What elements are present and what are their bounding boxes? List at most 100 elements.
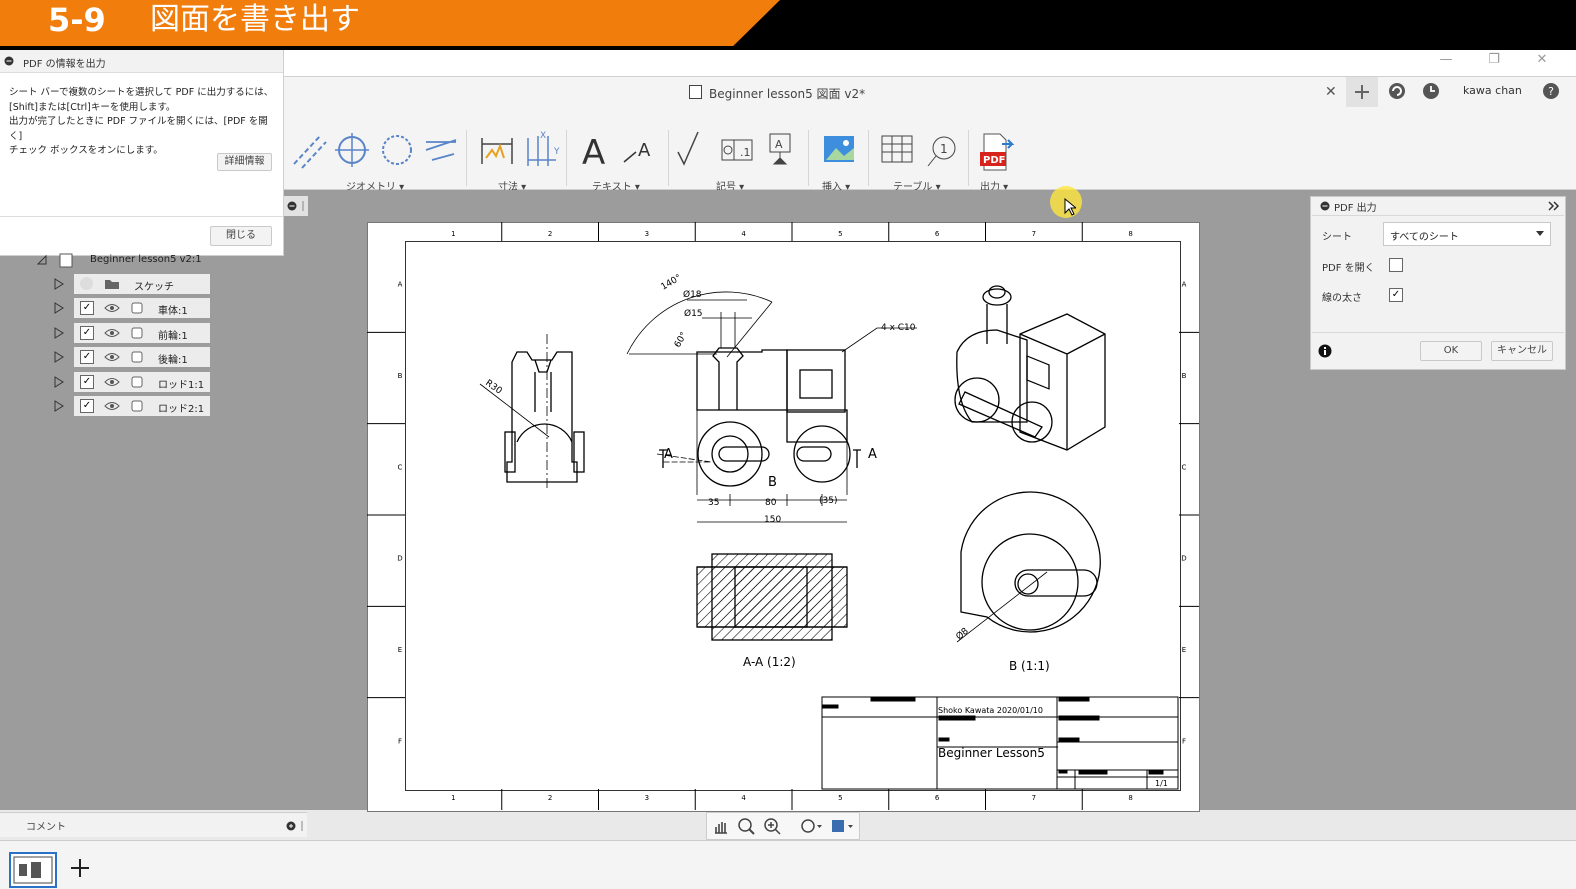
- zoom-icon: [764, 818, 781, 835]
- browser-item-label: ロッド1:1: [158, 379, 205, 391]
- zone-row-label: C: [398, 463, 403, 471]
- visibility-checkbox[interactable]: ✓: [80, 374, 94, 389]
- browser-item[interactable]: スケッチ: [50, 274, 212, 294]
- dim-d8: Ø8: [954, 625, 971, 642]
- visibility-disabled: [80, 277, 93, 290]
- browser-root-label: Beginner lesson5 v2:1: [90, 254, 202, 265]
- open-pdf-checkbox[interactable]: [1389, 258, 1403, 272]
- browser-item-label: 前輪:1: [158, 330, 188, 342]
- eye-icon[interactable]: [104, 327, 120, 339]
- clock-icon[interactable]: [1421, 81, 1441, 101]
- ribbon-icons: XY A A .1 A 1 PDF: [293, 131, 1015, 173]
- zone-row-label: F: [1182, 737, 1186, 745]
- visibility-checkbox[interactable]: ✓: [80, 325, 94, 340]
- browser-item[interactable]: ✓ 後輪:1: [50, 347, 212, 368]
- browser-item[interactable]: ✓ 車体:1: [50, 298, 212, 319]
- visibility-checkbox[interactable]: ✓: [80, 301, 94, 316]
- center-mark-icon: [335, 133, 369, 167]
- toolbar-separator: [808, 130, 809, 186]
- dim-35: 35: [708, 498, 719, 508]
- close-document-button[interactable]: ✕: [1325, 84, 1337, 100]
- eye-icon[interactable]: [104, 351, 120, 363]
- svg-text:?: ?: [1548, 85, 1554, 98]
- browser-root-row[interactable]: Beginner lesson5 v2:1: [34, 250, 214, 270]
- body-icon: [131, 327, 143, 339]
- expand-arrow-icon[interactable]: [54, 326, 64, 339]
- job-status-icon[interactable]: [1387, 81, 1407, 101]
- zone-row-label: D: [397, 555, 402, 563]
- toolbar-separator: [668, 130, 669, 186]
- body-icon: [131, 376, 143, 388]
- expand-panel-icon[interactable]: [1548, 201, 1560, 211]
- info-line: シート バーで複数のシートを選択して PDF に出力するには、: [9, 87, 274, 98]
- mouse-pointer-icon: [1064, 198, 1076, 216]
- sheet-label: シート: [1322, 232, 1352, 243]
- zone-column-label: 1: [451, 794, 455, 802]
- dim-80: 80: [765, 498, 777, 508]
- details-button[interactable]: 詳細情報: [217, 153, 272, 171]
- sheet-thumbnail[interactable]: [9, 852, 57, 888]
- pdf-info-dialog-title: PDF の情報を出力: [23, 59, 106, 70]
- expand-arrow-icon[interactable]: [54, 375, 64, 388]
- banner-accent: [0, 0, 780, 46]
- expand-arrow-icon[interactable]: [54, 302, 64, 315]
- expand-arrow-icon[interactable]: [54, 278, 64, 290]
- zone-markers: 1 1 2 2 3 3 4 4 5 5 6 6 7 7 8 8 A A B B C C D D E E F F: [367, 222, 1199, 810]
- chapter-title: 図面を書き出す: [150, 2, 360, 37]
- visibility-checkbox[interactable]: ✓: [80, 399, 94, 413]
- dim-60: 60°: [673, 331, 690, 350]
- eye-icon[interactable]: [104, 376, 120, 388]
- new-tab-button[interactable]: [1346, 77, 1378, 107]
- comment-label: コメント: [26, 822, 66, 833]
- browser-item-label: ロッド2:1: [158, 404, 205, 415]
- collapse-icon[interactable]: [1320, 201, 1330, 211]
- drawing-views: 1122334455667788A AB BC CD DE EF F R30 140° Ø1…: [367, 222, 1199, 810]
- user-name[interactable]: kawa chan: [1463, 84, 1522, 97]
- browser-item[interactable]: ✓ 前輪:1: [50, 322, 212, 343]
- info-icon[interactable]: [1318, 344, 1332, 358]
- minimize-button[interactable]: —: [1436, 52, 1456, 67]
- browser-panel-header: [284, 196, 308, 216]
- zone-column-label: 1: [451, 230, 455, 238]
- close-info-button[interactable]: 閉じる: [210, 226, 272, 246]
- sheet-select[interactable]: すべてのシート: [1383, 222, 1551, 246]
- line-weight-checkbox[interactable]: ✓: [1389, 288, 1403, 302]
- open-pdf-label: PDF を開く: [1322, 263, 1375, 274]
- divider: [1312, 215, 1564, 216]
- side-view: [479, 334, 585, 489]
- help-icon[interactable]: ?: [1541, 81, 1561, 101]
- zone-column-label: 7: [1032, 230, 1036, 238]
- add-sheet-icon[interactable]: [68, 856, 92, 880]
- browser-item[interactable]: ✓ ロッド1:1: [50, 371, 212, 392]
- section-view-label: A-A (1:2): [743, 655, 796, 669]
- info-line: 出力が完了したときに PDF ファイルを開くには、[PDF を開く]: [9, 116, 268, 142]
- leader-text-icon: A: [623, 140, 651, 163]
- browser-item[interactable]: ✓ ロッド2:1: [50, 396, 212, 416]
- dim-150: 150: [764, 515, 781, 525]
- expand-arrow-icon[interactable]: [54, 351, 64, 364]
- restore-button[interactable]: ❐: [1484, 52, 1504, 67]
- body-icon: [131, 400, 143, 412]
- close-window-button[interactable]: ✕: [1532, 52, 1552, 67]
- section-marker-a-right: A: [868, 447, 877, 462]
- zone-row-label: B: [1182, 372, 1187, 380]
- eye-icon[interactable]: [104, 400, 120, 412]
- zone-column-label: 2: [548, 794, 552, 802]
- zone-column-label: 4: [741, 230, 746, 238]
- expand-arrow-icon[interactable]: [54, 400, 64, 412]
- comment-panel[interactable]: コメント: [0, 812, 307, 837]
- ordinate-dimension-icon: XY: [527, 131, 560, 166]
- toolbar-separator: [566, 130, 567, 186]
- navigation-bar: [706, 812, 860, 840]
- collapse-icon[interactable]: [4, 56, 14, 66]
- zone-column-label: 7: [1032, 794, 1036, 802]
- add-comment-icon[interactable]: [286, 820, 306, 832]
- eye-icon[interactable]: [104, 302, 120, 314]
- zone-column-label: 8: [1128, 794, 1132, 802]
- ok-button[interactable]: OK: [1420, 341, 1482, 361]
- body-icon: [131, 302, 143, 314]
- chevron-down-icon: [1536, 231, 1544, 236]
- cancel-button[interactable]: キャンセル: [1491, 341, 1553, 361]
- visibility-checkbox[interactable]: ✓: [80, 350, 94, 365]
- centerline-icon: [293, 135, 327, 169]
